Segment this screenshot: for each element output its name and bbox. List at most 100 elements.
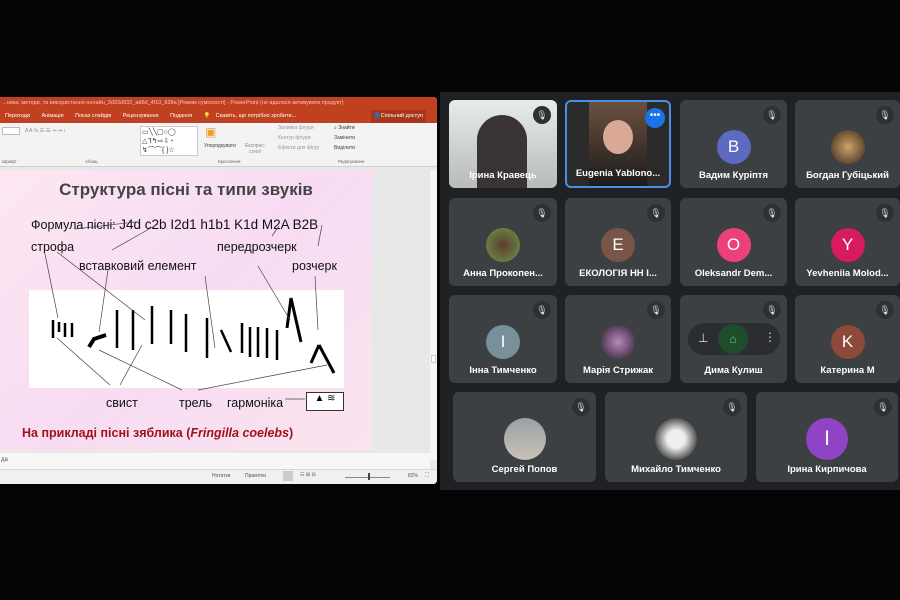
shape-effects-button[interactable]: Ефекти для фігур [278, 145, 319, 151]
mic-off-icon: 🎙︎ [874, 398, 892, 416]
participant-tile[interactable]: B 🎙︎ Вадим Куріптя [680, 100, 787, 188]
avatar-photo [601, 325, 635, 359]
participant-name: Дима Кулиш [704, 365, 763, 376]
participant-tile[interactable]: I 🎙︎ Інна Тимченко [449, 295, 557, 383]
participant-name: Михайло Тимченко [631, 464, 721, 475]
group-font-label: Шрифт [2, 159, 17, 164]
tab-transitions[interactable]: Переходи [5, 113, 30, 119]
lightbulb-icon: 💡 [203, 113, 211, 119]
zoom-level[interactable]: 82% [408, 473, 418, 479]
person-icon: 👤 [373, 113, 381, 119]
shapes-gallery[interactable]: ▭╲╲▢○◯ △ᒣ↰⇨⇩◔ ↯⌒⌒{ }☆ [140, 126, 198, 156]
participant-tile[interactable]: O 🎙︎ Oleksandr Dem... [680, 198, 787, 286]
participant-tile[interactable]: I 🎙︎ Ірина Кирпичова [756, 392, 898, 482]
label-harmonic: гармоніка [227, 396, 284, 410]
mic-off-icon: 🎙︎ [533, 106, 551, 124]
mic-off-icon: 🎙︎ [723, 398, 741, 416]
participant-name: Катерина М [820, 365, 875, 376]
participant-name: Богдан Губіцький [806, 170, 889, 181]
find-button[interactable]: ⌕ Знайти [334, 125, 355, 131]
participant-tile[interactable]: 🎙︎ Марія Стрижак [565, 295, 671, 383]
mic-off-icon: 🎙︎ [763, 301, 781, 319]
participant-name: Ірина Кирпичова [787, 464, 867, 475]
participant-tile[interactable]: K 🎙︎ Катерина М [795, 295, 900, 383]
tab-review[interactable]: Рецензування [123, 113, 159, 119]
shape-outline-button[interactable]: Контур фігури [278, 135, 310, 141]
participant-tile[interactable]: 🎙︎ Ірина Кравець [449, 100, 557, 188]
avatar-photo [503, 418, 546, 460]
avatar: I [806, 418, 848, 460]
participant-tile[interactable]: ⊥ ⌂ ⋮ 🎙︎ Дима Кулиш [680, 295, 787, 383]
participant-tile[interactable]: 🎙︎ Богдан Губіцький [795, 100, 900, 188]
group-drawing-label: Креслення [218, 159, 241, 164]
avatar: I [486, 325, 520, 359]
select-button[interactable]: Виділити [334, 145, 355, 151]
view-buttons[interactable]: ☷ ⊞ ⊟ [300, 472, 316, 478]
status-bar: Нотатки Примітки ☷ ⊞ ⊟ 82% ⛶ [0, 469, 437, 484]
window-title: ...ника, методи, та використання онлайн_… [0, 97, 437, 110]
ribbon-tabs: Переходи Анімація Показ слайдів Рецензув… [0, 110, 437, 123]
more-vert-icon[interactable]: ⋮ [764, 330, 776, 344]
ribbon: ▭╲╲▢○◯ △ᒣ↰⇨⇩◔ ↯⌒⌒{ }☆ ▣ Упорядкувати Експр… [0, 123, 437, 167]
font-controls[interactable]: A A ⅍ ☰·☰· ⇤⇥ ↕ [25, 128, 66, 134]
avatar-photo [830, 130, 865, 164]
participant-tile[interactable]: E 🎙︎ ЕКОЛОГІЯ НН І... [565, 198, 671, 286]
zoom-slider-thumb[interactable] [368, 473, 370, 480]
powerpoint-window: ...ника, методи, та використання онлайн_… [0, 97, 437, 484]
vertical-scrollbar[interactable] [430, 170, 437, 460]
participant-tile[interactable]: 🎙︎ Анна Прокопен... [449, 198, 557, 286]
tile-hover-controls: ⊥ ⌂ ⋮ [688, 323, 780, 355]
participant-name: Ірина Кравець [469, 170, 537, 181]
participant-tile[interactable]: ••• Eugenia Yablono... [565, 100, 671, 188]
participant-tile[interactable]: Y 🎙︎ Yevheniia Molod... [795, 198, 900, 286]
arrange-button[interactable]: Упорядкувати [204, 143, 236, 149]
avatar-photo [655, 418, 697, 460]
harmonic-sample: ▲ ≋ [306, 392, 344, 411]
shape-fill-button[interactable]: Заливка фігури [278, 125, 314, 131]
quick-styles-button[interactable]: Експрес-стилі [245, 143, 266, 155]
mic-off-icon: 🎙︎ [647, 204, 665, 222]
comments-button[interactable]: Примітки [245, 473, 266, 479]
participant-tile[interactable]: 🎙︎ Сергей Попов [453, 392, 596, 482]
participant-name: Yevheniia Molod... [806, 268, 889, 279]
fit-slide-icon[interactable]: ⛶ [425, 472, 429, 478]
remove-from-frame-icon[interactable]: ⌂ [718, 324, 748, 354]
participant-name: Oleksandr Dem... [694, 268, 773, 279]
notes-pane[interactable]: да [0, 453, 430, 469]
font-size-field[interactable] [2, 127, 20, 135]
normal-view-button[interactable] [283, 471, 293, 481]
tab-slideshow[interactable]: Показ слайдів [75, 113, 111, 119]
mic-off-icon: 🎙︎ [647, 301, 665, 319]
mic-off-icon: 🎙︎ [763, 106, 781, 124]
avatar: E [601, 228, 635, 262]
label-trill: трель [179, 396, 213, 410]
participant-tile[interactable]: 🎙︎ Михайло Тимченко [605, 392, 747, 482]
tab-view[interactable]: Подання [170, 113, 192, 119]
participant-name: Інна Тимченко [469, 365, 537, 376]
participant-name: Сергей Попов [491, 464, 558, 475]
participant-name: Вадим Куріптя [698, 170, 768, 181]
avatar: Y [830, 228, 865, 262]
participant-name: Eugenia Yablono... [575, 168, 661, 179]
more-options-icon[interactable]: ••• [645, 108, 665, 128]
mic-off-icon: 🎙︎ [533, 301, 551, 319]
tab-animation[interactable]: Анімація [41, 113, 63, 119]
mic-off-icon: 🎙︎ [763, 204, 781, 222]
replace-button[interactable]: Замінити [334, 135, 355, 141]
mic-off-icon: 🎙︎ [572, 398, 590, 416]
slide: Структура пісні та типи звуків Формула п… [0, 170, 372, 450]
group-editing-label: Редагування [338, 159, 365, 164]
participant-name: Марія Стрижак [583, 365, 653, 376]
pin-icon[interactable]: ⊥ [698, 331, 708, 345]
participant-name: ЕКОЛОГІЯ НН І... [579, 268, 657, 279]
group-paragraph-label: Абзац [85, 159, 98, 164]
mic-off-icon: 🎙︎ [876, 106, 894, 124]
notes-button[interactable]: Нотатки [212, 473, 230, 479]
avatar-photo [486, 228, 520, 262]
mic-off-icon: 🎙︎ [533, 204, 551, 222]
label-whistle: свист [106, 396, 138, 410]
arrange-icon: ▣ [205, 125, 217, 139]
tell-me-input[interactable]: Скажіть, що потрібно зробити... [216, 113, 296, 119]
slide-caption: На прикладі пісні зяблика (Fringilla coe… [22, 426, 294, 440]
share-button[interactable]: 👤Спільний доступ [370, 110, 426, 123]
